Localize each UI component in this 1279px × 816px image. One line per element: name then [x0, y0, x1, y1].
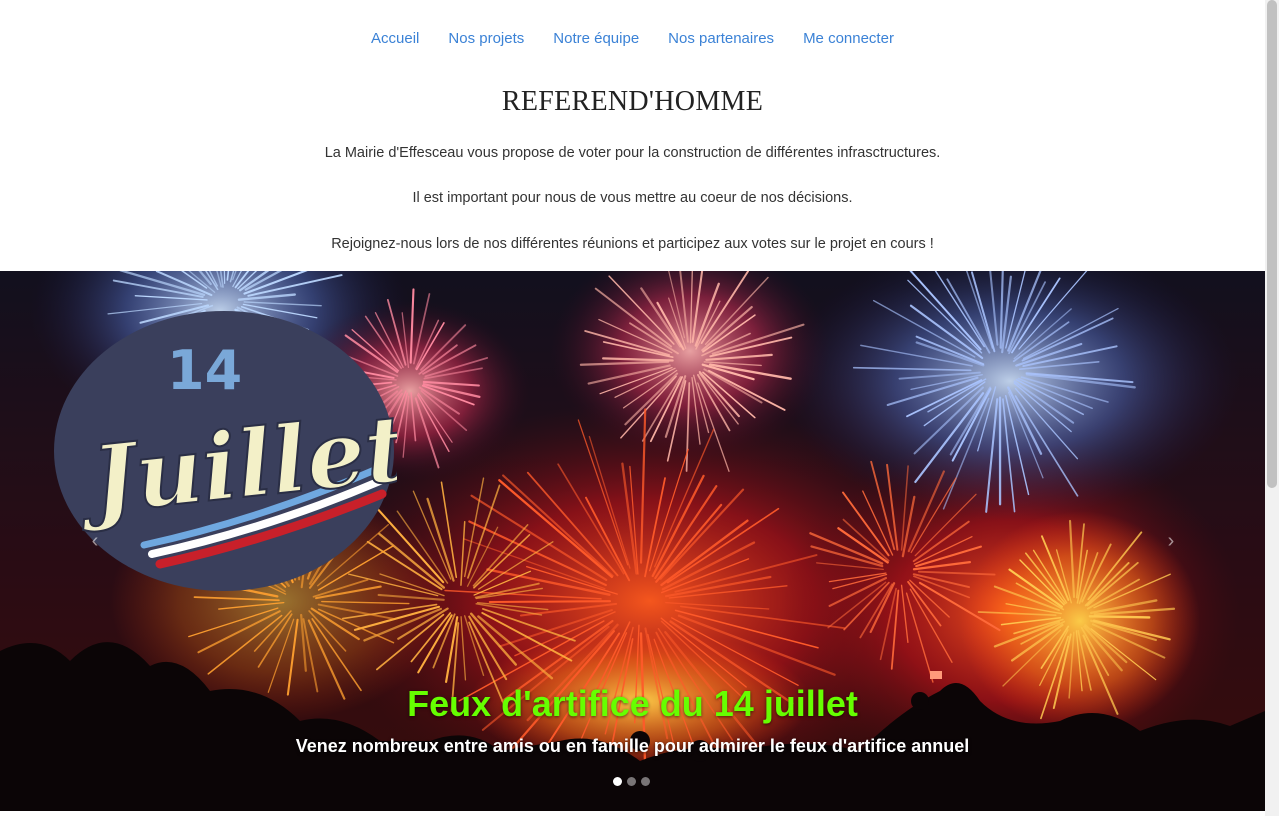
site-title: REFEREND'HOMME — [501, 86, 764, 117]
carousel: 14 Juillet ‹ › — [0, 271, 1265, 811]
nav-notre-equipe[interactable]: Notre équipe — [553, 30, 639, 47]
nav-nos-projets[interactable]: Nos projets — [448, 30, 524, 47]
intro-paragraph-2: Il est important pour nous de vous mettr… — [412, 190, 853, 206]
carousel-indicator[interactable] — [613, 777, 622, 786]
carousel-caption-text: Venez nombreux entre amis ou en famille … — [295, 736, 970, 756]
chevron-left-icon: ‹ — [91, 530, 99, 552]
carousel-indicators — [613, 777, 650, 786]
chevron-right-icon: › — [1167, 530, 1175, 552]
carousel-prev-button[interactable]: ‹ — [80, 526, 110, 556]
scrollbar-thumb[interactable] — [1267, 0, 1277, 488]
carousel-next-button[interactable]: › — [1156, 526, 1186, 556]
page-scrollbar[interactable] — [1265, 0, 1279, 816]
nav-accueil[interactable]: Accueil — [371, 30, 419, 47]
carousel-caption-title: Feux d'artifice du 14 juillet — [407, 683, 858, 724]
badge-number: 14 — [167, 339, 242, 402]
main-nav: Accueil Nos projets Notre équipe Nos par… — [0, 30, 1265, 47]
intro-paragraph-1: La Mairie d'Effesceau vous propose de vo… — [324, 145, 941, 161]
carousel-indicator[interactable] — [627, 777, 636, 786]
carousel-indicator[interactable] — [641, 777, 650, 786]
nav-me-connecter[interactable]: Me connecter — [803, 30, 894, 47]
intro-paragraph-3: Rejoignez-nous lors de nos différentes r… — [331, 236, 934, 252]
nav-nos-partenaires[interactable]: Nos partenaires — [668, 30, 774, 47]
